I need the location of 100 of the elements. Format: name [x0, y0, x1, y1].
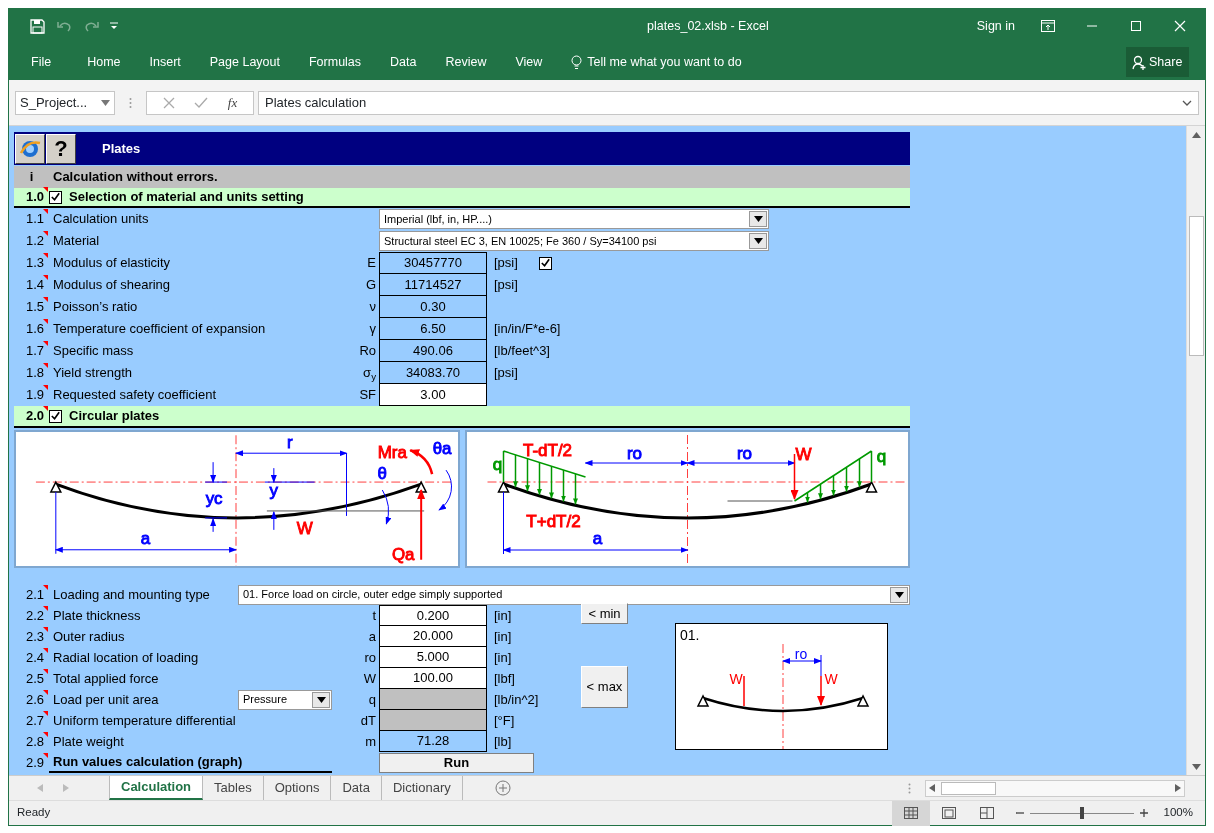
view-button[interactable]	[891, 800, 930, 826]
row-number: 1.5	[25, 298, 44, 317]
caret-icon	[753, 238, 763, 244]
ribbon-tab[interactable]: Page Layout	[209, 52, 280, 72]
tell-me-field[interactable]: Tell me what you want to do	[587, 52, 742, 72]
status-text: Ready	[17, 805, 51, 821]
browser-button[interactable]	[15, 133, 45, 164]
horizontal-scrollbar[interactable]	[925, 779, 1185, 797]
status-marker: i	[28, 168, 35, 187]
symbol-label: q	[367, 690, 377, 709]
scroll-left-icon[interactable]	[929, 784, 935, 792]
unit-label: [°F]	[494, 711, 515, 730]
ribbon-tab[interactable]: File	[31, 52, 52, 72]
field-label: Radial location of loading	[52, 648, 200, 667]
unit-label: [lb]	[494, 732, 512, 751]
share-button[interactable]: Share	[1126, 47, 1189, 77]
slider-thumb[interactable]	[1079, 807, 1084, 819]
sheet-tab[interactable]: Calculation	[109, 776, 204, 800]
symbol-label: γ	[368, 320, 377, 339]
name-box[interactable]: S_Project...	[15, 90, 115, 115]
unit-label: [psi]	[494, 364, 518, 383]
ribbon-tab[interactable]: Formulas	[308, 52, 362, 72]
field-label: Load per unit area	[53, 690, 160, 709]
scroll-right-icon[interactable]	[1175, 784, 1181, 792]
row-number: 1.4	[25, 276, 44, 295]
customize-icon[interactable]	[110, 22, 118, 30]
output-cell: 6.50	[379, 318, 487, 340]
unit-label: [psi]	[494, 276, 518, 295]
ribbon-tab[interactable]: Home	[87, 52, 121, 72]
input-cell[interactable]: 3.00	[379, 384, 487, 406]
formula-field[interactable]: Plates calculation	[258, 90, 1199, 115]
row-number: 2.1	[25, 585, 44, 604]
diagram-label: W	[729, 671, 743, 687]
ribbon-display-icon[interactable]	[1041, 20, 1055, 32]
dropdown[interactable]: Imperial (lbf, in, HP....)	[379, 209, 769, 229]
dropdown[interactable]: 01. Force load on circle, outer edge simply supported	[238, 584, 910, 605]
symbol-label: SF	[358, 386, 377, 405]
add-sheet-icon[interactable]	[494, 780, 511, 796]
diagram-label: y	[269, 481, 279, 500]
ribbon-tab[interactable]: Review	[445, 52, 487, 72]
scroll-thumb[interactable]	[941, 781, 996, 795]
sign-in-link[interactable]: Sign in	[976, 16, 1015, 36]
grip-icon	[908, 782, 911, 794]
comment-marker-icon	[43, 605, 48, 611]
input-cell[interactable]: 100.00	[379, 668, 487, 689]
symbol-label: σ$_{y}$	[362, 364, 377, 383]
max-button[interactable]: < max	[581, 666, 628, 708]
input-cell[interactable]: 20.000	[379, 626, 487, 647]
ribbon-tab[interactable]: Data	[390, 52, 417, 72]
field-label: Temperature coefficient of expansion	[52, 320, 267, 339]
maximize-icon[interactable]	[1129, 19, 1143, 33]
symbol-label: ro	[363, 648, 377, 667]
page-layout-icon	[941, 807, 956, 819]
insert-function-button[interactable]: fx	[227, 92, 238, 113]
section-link[interactable]: Run values calculation (graph)	[49, 751, 332, 774]
comment-marker-icon	[43, 689, 48, 695]
checkbox[interactable]	[49, 409, 62, 423]
comment-marker-icon	[43, 584, 48, 590]
field-label: Poisson’s ratio	[52, 298, 139, 317]
comment-marker-icon	[43, 231, 48, 237]
close-icon[interactable]	[1173, 19, 1187, 33]
row-number: 2.7	[25, 711, 44, 730]
ribbon-tab[interactable]: View	[515, 52, 543, 72]
row-number: 2.8	[25, 732, 44, 751]
comment-marker-icon	[43, 363, 48, 369]
scroll-thumb[interactable]	[1188, 216, 1204, 356]
vertical-scrollbar[interactable]	[1186, 126, 1205, 775]
ribbon-tab[interactable]: Insert	[149, 52, 181, 72]
save-icon[interactable]	[29, 17, 46, 35]
section-title: Selection of material and units setting	[69, 188, 304, 207]
row-number: 2.2	[25, 606, 44, 625]
checkbox[interactable]	[539, 256, 552, 270]
output-cell: 0.30	[379, 296, 487, 318]
caret-icon	[316, 696, 326, 703]
row-number: 2.4	[25, 648, 44, 667]
row-number: 2.9	[25, 753, 44, 772]
zoom-out-icon[interactable]	[1015, 809, 1024, 817]
symbol-label: G	[364, 276, 377, 295]
zoom-in-icon[interactable]	[1139, 809, 1148, 817]
diagram-label: θ	[377, 464, 388, 484]
field-label: Outer radius	[52, 627, 126, 646]
input-cell[interactable]: 0.200	[379, 605, 487, 626]
zoom-level[interactable]: 100%	[1163, 804, 1193, 822]
row-number: 1.7	[25, 342, 44, 361]
checkbox[interactable]	[49, 190, 62, 204]
diagram-label: yc	[205, 489, 223, 508]
scroll-up-icon[interactable]	[1191, 132, 1201, 138]
expand-icon[interactable]	[1182, 99, 1192, 106]
help-button[interactable]: ?	[46, 133, 76, 164]
symbol-label: a	[367, 627, 377, 646]
diagram-label: θa	[432, 439, 452, 459]
dropdown[interactable]: Structural steel EC 3, EN 10025; Fe 360 / Sy=34100 psi	[379, 231, 769, 251]
scroll-down-icon[interactable]	[1191, 764, 1201, 770]
run-button[interactable]: Run	[379, 752, 534, 773]
comment-marker-icon	[43, 710, 48, 716]
diagram-label: W	[824, 671, 838, 687]
input-cell[interactable]: 5.000	[379, 647, 487, 668]
diagram-label: ro	[736, 444, 753, 463]
min-button[interactable]: < min	[581, 603, 628, 624]
comment-marker-icon	[43, 647, 48, 653]
